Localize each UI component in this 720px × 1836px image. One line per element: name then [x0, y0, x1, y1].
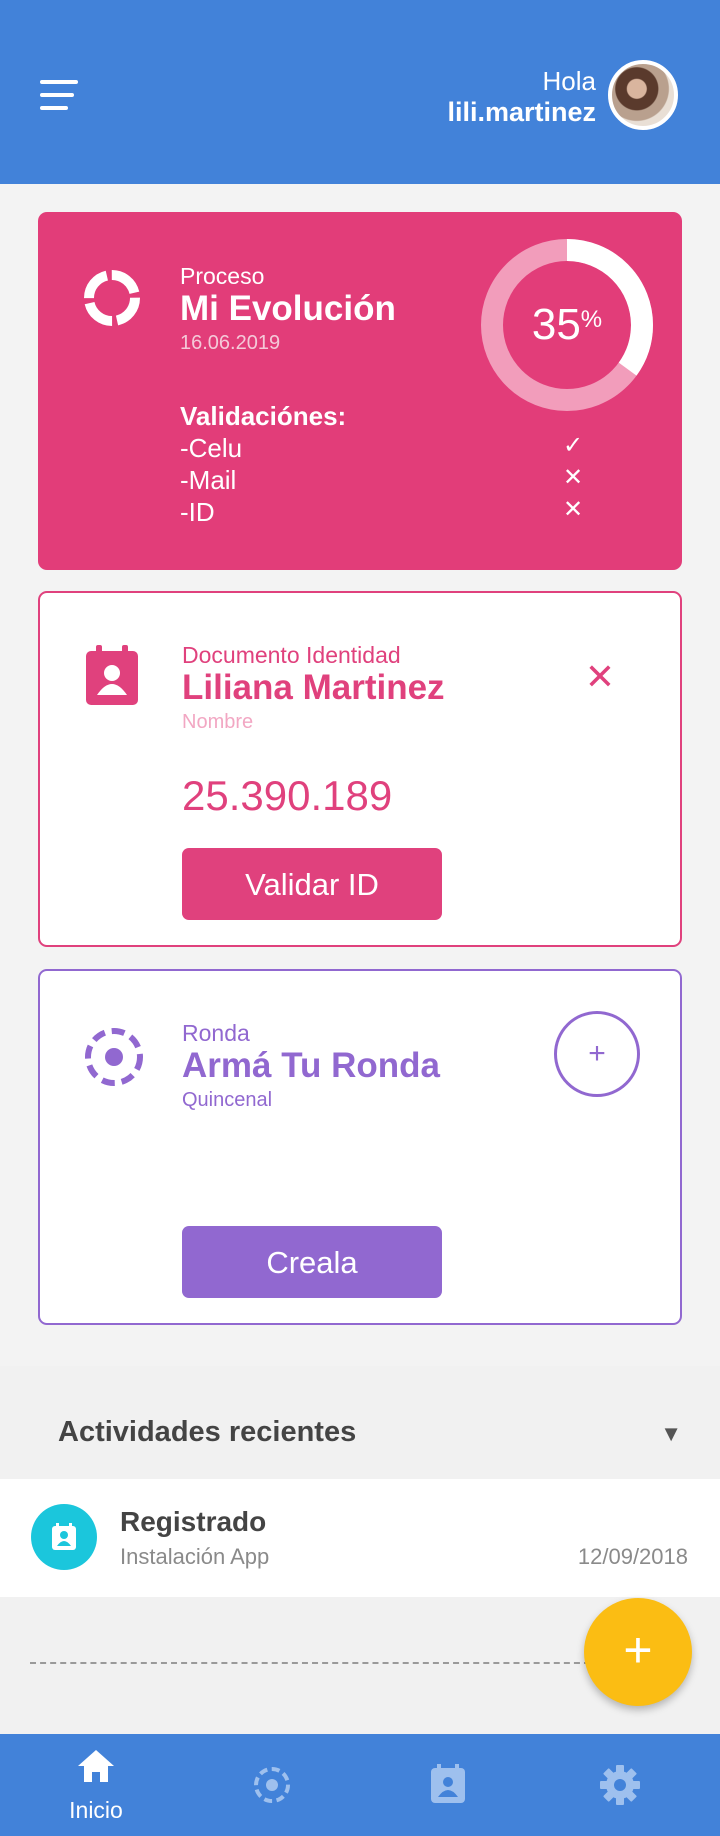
home-icon: [78, 1750, 114, 1782]
progress-number: 35: [531, 300, 581, 349]
ronda-caption: Ronda: [182, 1020, 250, 1046]
document-number: 25.390.189: [182, 772, 393, 819]
validation-label-mail: -Mail: [180, 465, 237, 495]
ronda-title: Armá Tu Ronda: [182, 1046, 440, 1085]
divider: [30, 1662, 590, 1664]
add-ronda-button[interactable]: +: [554, 1011, 640, 1097]
progress-value: 35 %: [478, 236, 656, 414]
validation-label-celu: -Celu: [180, 433, 243, 463]
activity-detail: Instalación App: [120, 1544, 270, 1569]
progress-ring-icon: [84, 270, 140, 326]
ronda-icon: [85, 1028, 143, 1086]
validate-id-button[interactable]: Validar ID: [182, 848, 442, 920]
menu-icon[interactable]: [40, 78, 84, 114]
avatar[interactable]: [608, 60, 678, 130]
evolution-card[interactable]: Proceso Mi Evolución 16.06.2019 35 % Val…: [38, 212, 682, 570]
user-greeting: Hola lili.martinez: [447, 66, 596, 128]
gear-icon: [600, 1765, 640, 1805]
create-ronda-button[interactable]: Creala: [182, 1226, 442, 1298]
evolution-title: Mi Evolución: [180, 289, 396, 328]
activity-title: Registrado: [120, 1506, 267, 1537]
cross-icon: ✕: [562, 464, 584, 491]
greeting-text: Hola: [542, 66, 596, 96]
document-holder-name: Liliana Martinez: [182, 668, 445, 707]
username: lili.martinez: [447, 97, 596, 127]
ronda-card: Ronda Armá Tu Ronda Quincenal + Creala: [38, 969, 682, 1325]
progress-symbol: %: [580, 306, 603, 333]
evolution-caption: Proceso: [180, 263, 265, 289]
nav-item-ronda[interactable]: [182, 1734, 362, 1836]
nav-item-settings[interactable]: [530, 1734, 710, 1836]
nav-label-inicio: Inicio: [69, 1797, 123, 1823]
activity-date: 12/09/2018: [577, 1544, 688, 1569]
add-fab-button[interactable]: +: [584, 1598, 692, 1706]
ronda-icon: [254, 1767, 290, 1803]
validations-title: Validaciónes:: [180, 401, 347, 431]
evolution-date: 16.06.2019: [180, 332, 281, 354]
ronda-frequency: Quincenal: [182, 1089, 273, 1111]
bottom-navigation: Inicio: [0, 1734, 720, 1836]
document-caption: Documento Identidad: [182, 642, 401, 668]
document-name-label: Nombre: [182, 711, 254, 733]
top-app-bar: Hola lili.martinez: [0, 0, 720, 184]
document-card: Documento Identidad Liliana Martinez Nom…: [38, 591, 682, 947]
cross-icon: ✕: [562, 496, 584, 523]
validation-label-id: -ID: [180, 497, 215, 527]
close-icon[interactable]: ✕: [580, 657, 620, 697]
nav-item-inicio[interactable]: Inicio: [6, 1734, 186, 1836]
nav-item-document[interactable]: [358, 1734, 538, 1836]
contact-calendar-icon: [86, 645, 138, 705]
activity-row[interactable]: Registrado Instalación App 12/09/2018: [0, 1479, 720, 1597]
chevron-down-icon[interactable]: ▼: [660, 1420, 682, 1448]
contact-calendar-icon: [31, 1504, 97, 1570]
check-icon: ✓: [562, 432, 584, 459]
contact-calendar-icon: [431, 1764, 465, 1803]
activities-title: Actividades recientes: [58, 1416, 357, 1448]
